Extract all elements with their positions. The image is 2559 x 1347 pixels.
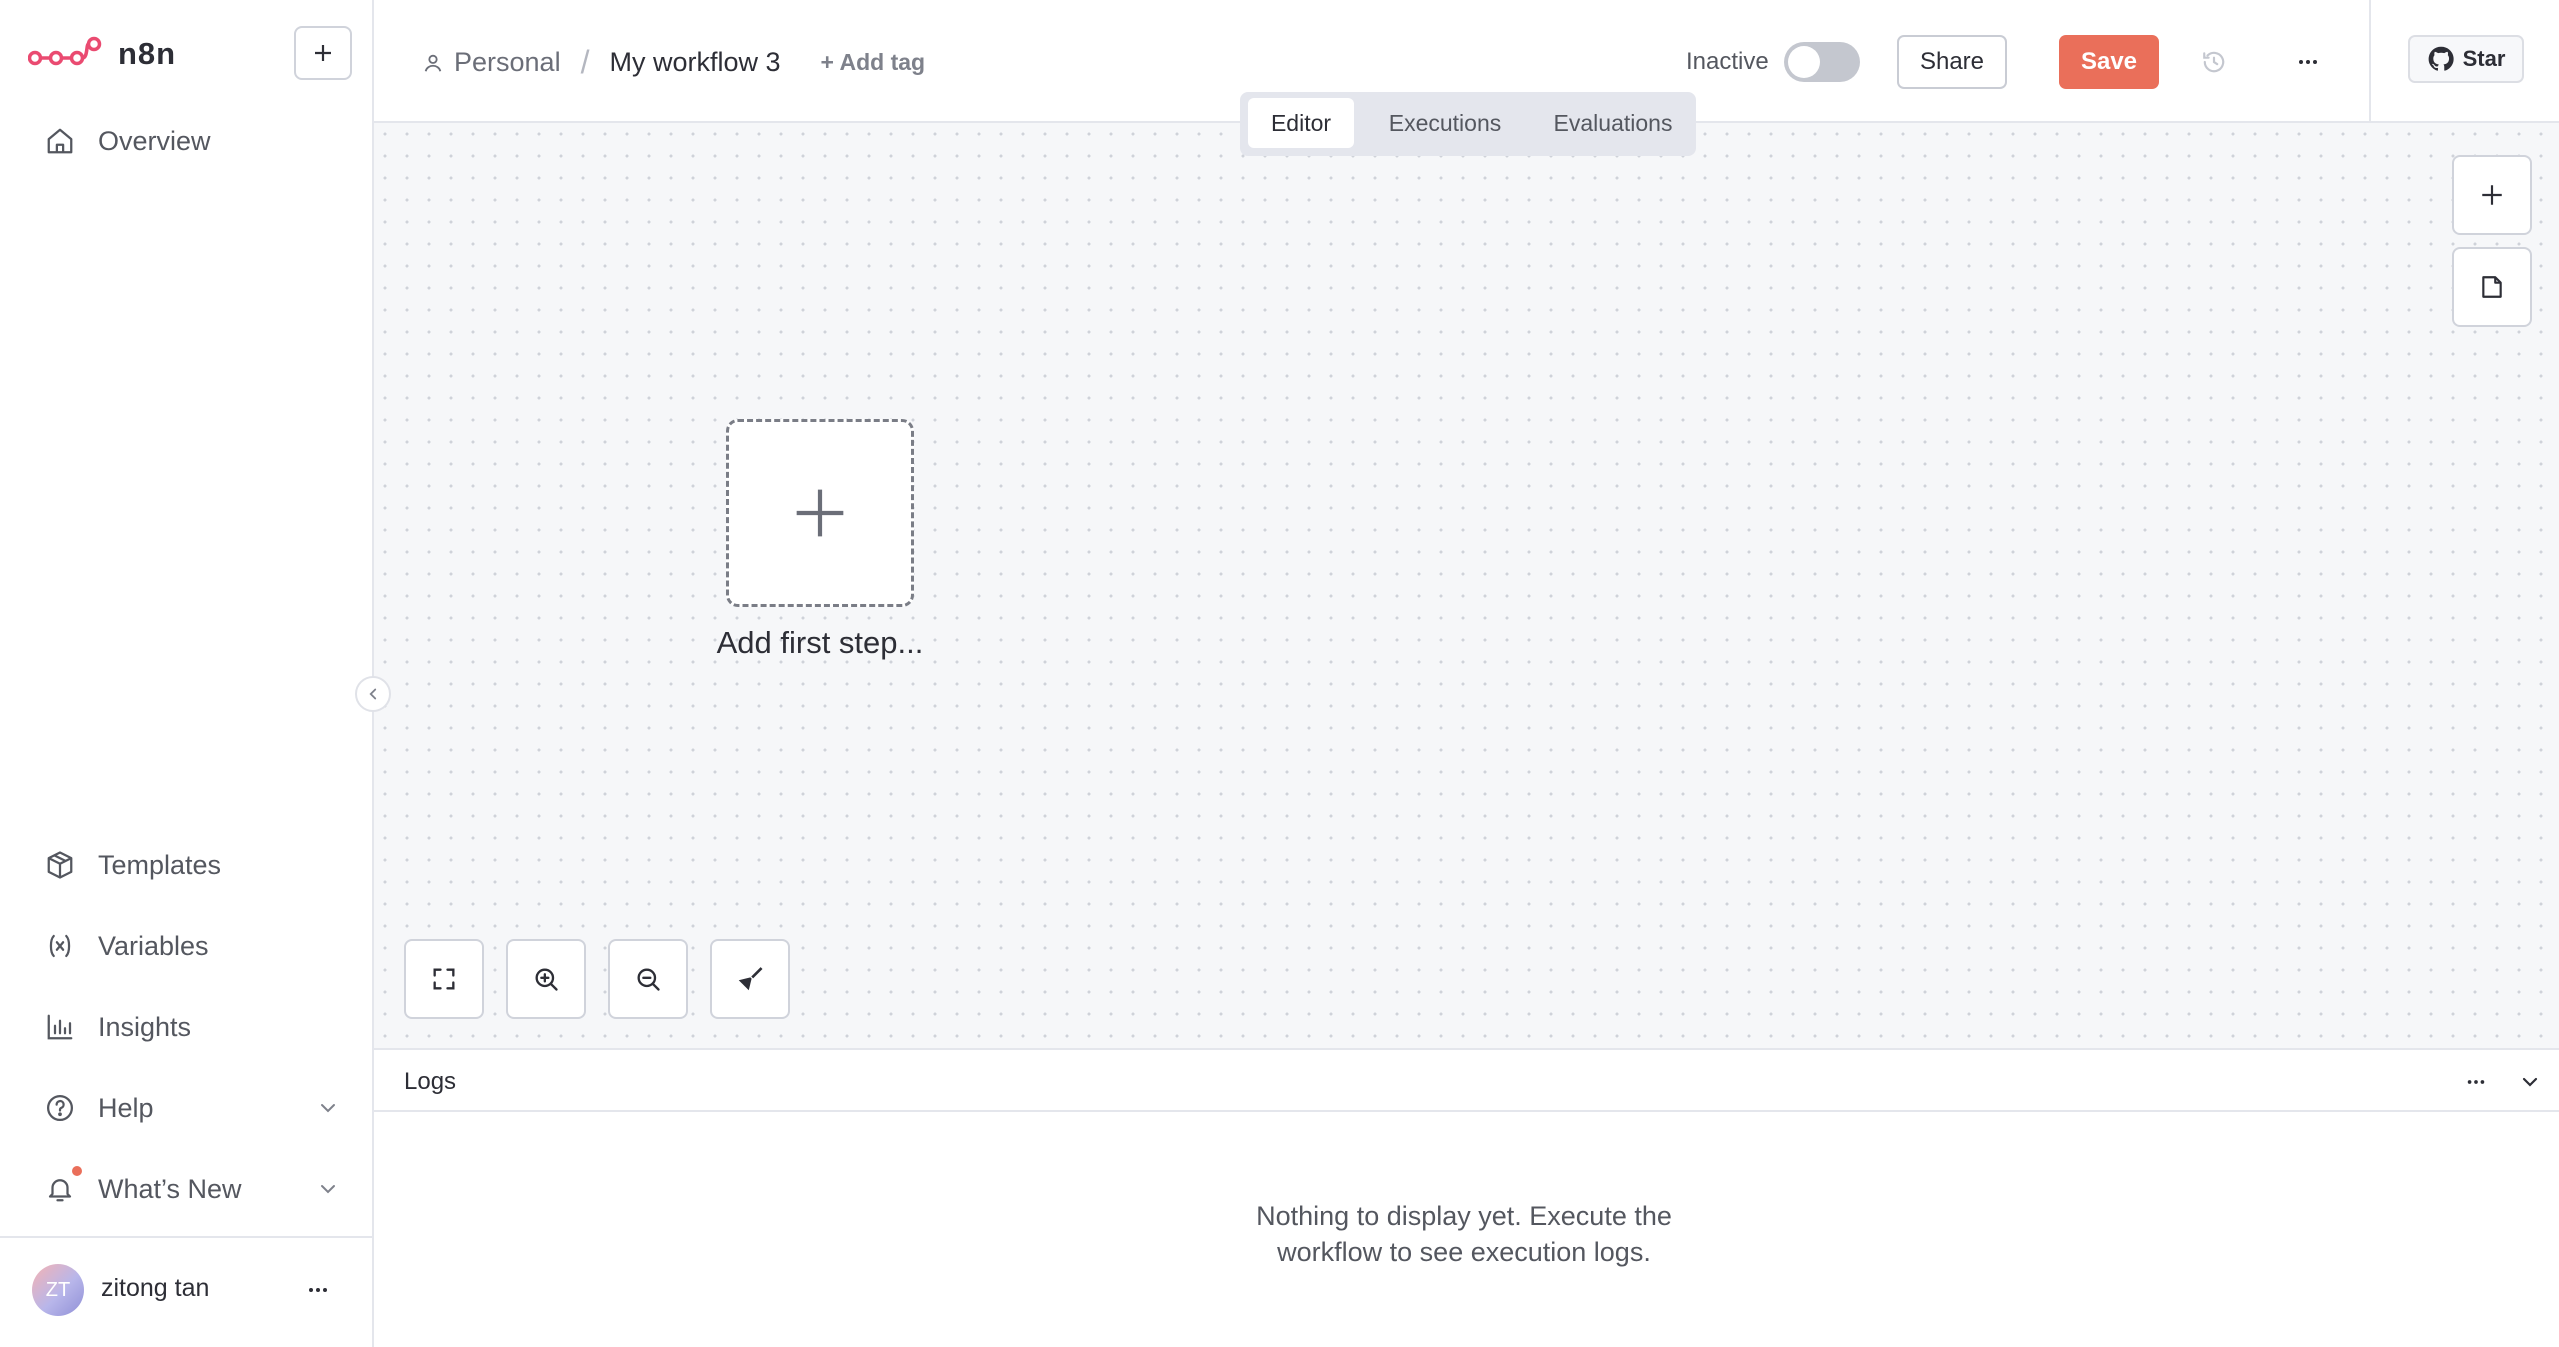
tidy-up-button[interactable]: [710, 939, 790, 1019]
plus-icon: [2482, 185, 2502, 205]
open-nodes-panel-button[interactable]: [2452, 155, 2532, 235]
logs-title: Logs: [404, 1068, 457, 1095]
zoom-to-fit-button[interactable]: [404, 939, 484, 1019]
add-tag-button[interactable]: + Add tag: [821, 49, 926, 76]
save-button[interactable]: Save: [2059, 35, 2159, 89]
zoom-in-icon: [535, 968, 558, 991]
sidebar-item-overview[interactable]: Overview: [40, 116, 340, 166]
workflow-history-button[interactable]: [2194, 42, 2234, 82]
chevron-down-icon: [316, 1096, 340, 1120]
logs-collapse-button[interactable]: [2512, 1064, 2548, 1100]
logo-text: n8n: [118, 36, 177, 71]
add-first-step-label: Add first step...: [716, 625, 924, 660]
avatar[interactable]: ZT: [32, 1264, 84, 1316]
more-horizontal-icon: [2299, 60, 2317, 64]
sidebar-item-insights[interactable]: Insights: [40, 1002, 340, 1052]
user-icon: [424, 54, 442, 72]
bar-chart-icon: [40, 1007, 80, 1047]
user-menu: ZT zitong tan: [0, 1236, 372, 1347]
logs-panel: Logs Nothing to display yet. Execute the…: [374, 1048, 2559, 1347]
logs-empty-line: workflow to see execution logs.: [1277, 1237, 1651, 1267]
zoom-out-icon: [637, 968, 660, 991]
logs-empty-state: Nothing to display yet. Execute the work…: [1114, 1198, 1814, 1270]
star-label: Star: [2462, 46, 2506, 71]
history-icon: [2203, 51, 2225, 73]
chevron-left-icon: [369, 688, 377, 700]
header-divider: [2369, 0, 2371, 121]
active-status-label: Inactive: [1686, 48, 1769, 75]
tab-editor[interactable]: Editor: [1248, 98, 1354, 148]
logs-more-button[interactable]: [2458, 1064, 2494, 1100]
logo[interactable]: n8n: [28, 30, 176, 78]
workflow-name[interactable]: My workflow 3: [609, 47, 780, 78]
view-tabs: Editor Executions Evaluations: [1240, 92, 1696, 156]
fit-view-icon: [433, 968, 455, 990]
sidebar-item-variables[interactable]: Variables: [40, 921, 340, 971]
chevron-down-icon: [2522, 1077, 2538, 1087]
tab-evaluations[interactable]: Evaluations: [1534, 98, 1692, 148]
logs-empty-line: Nothing to display yet. Execute the: [1256, 1201, 1672, 1231]
sidebar-item-help[interactable]: Help: [40, 1083, 340, 1133]
breadcrumb-project[interactable]: Personal: [454, 47, 561, 78]
sidebar-item-whats-new[interactable]: What’s New: [40, 1164, 340, 1214]
plus-icon: [796, 489, 844, 537]
sidebar-item-label: Help: [98, 1092, 154, 1123]
share-button[interactable]: Share: [1897, 35, 2007, 89]
plus-icon: [315, 45, 331, 61]
workflow-menu-button[interactable]: [2288, 42, 2328, 82]
sidebar-item-label: Templates: [98, 849, 222, 880]
sidebar-item-label: Variables: [98, 930, 209, 961]
active-toggle[interactable]: [1784, 42, 1860, 82]
n8n-logo-icon: [28, 36, 102, 66]
user-name: zitong tan: [101, 1274, 210, 1302]
add-sticky-note-button[interactable]: [2452, 247, 2532, 327]
workflow-canvas[interactable]: Add first step...: [374, 123, 2559, 1048]
github-star-button[interactable]: Star: [2408, 35, 2524, 83]
chevron-down-icon: [316, 1177, 340, 1201]
help-circle-icon: [40, 1088, 80, 1128]
zoom-in-button[interactable]: [506, 939, 586, 1019]
breadcrumb-separator: /: [580, 44, 590, 80]
variable-icon: [40, 926, 80, 966]
user-more-button[interactable]: [300, 1272, 336, 1308]
notification-dot: [72, 1166, 82, 1176]
sidebar-item-label: Insights: [98, 1011, 192, 1042]
logs-header[interactable]: Logs: [374, 1050, 2559, 1112]
sidebar-collapse-button[interactable]: [355, 676, 391, 712]
breadcrumb: Personal / My workflow 3 + Add tag: [422, 44, 925, 81]
sidebar: n8n Overview Templates Variables Insight…: [0, 0, 374, 1347]
box-icon: [40, 845, 80, 885]
zoom-out-button[interactable]: [608, 939, 688, 1019]
sticky-note-icon: [2482, 276, 2502, 298]
create-new-button[interactable]: [294, 26, 352, 80]
tab-executions[interactable]: Executions: [1364, 98, 1526, 148]
add-first-step-button[interactable]: [726, 419, 914, 607]
more-horizontal-icon: [309, 1288, 327, 1292]
toggle-knob: [1788, 46, 1820, 78]
sidebar-item-label: What’s New: [98, 1173, 242, 1204]
home-icon: [40, 121, 80, 161]
sidebar-item-label: Overview: [98, 125, 211, 156]
broom-icon: [738, 967, 763, 991]
sidebar-item-templates[interactable]: Templates: [40, 840, 340, 890]
more-horizontal-icon: [2467, 1080, 2485, 1084]
github-icon: [2428, 46, 2454, 71]
